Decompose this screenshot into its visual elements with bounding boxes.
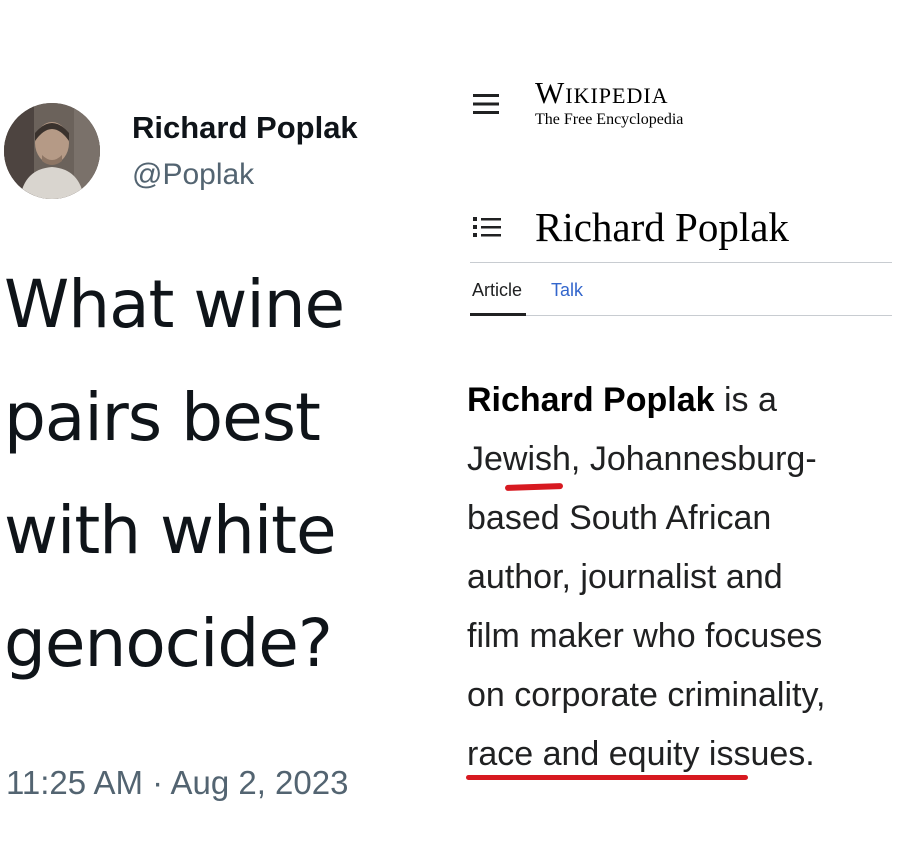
table-of-contents-icon[interactable] (473, 216, 501, 238)
title-divider (470, 262, 892, 263)
tabs-divider (470, 315, 892, 316)
active-tab-indicator (470, 313, 526, 316)
author-handle[interactable]: @Poplak (132, 158, 254, 192)
red-underline-annotation (466, 775, 748, 780)
tweet-text-line: genocide? (4, 605, 333, 682)
article-line: author, journalist and (467, 558, 783, 596)
article-line: film maker who focuses (467, 617, 823, 655)
tweet-text: What wine pairs best with white genocide… (4, 248, 424, 700)
article-text: is a (714, 381, 777, 419)
tweet-timestamp[interactable]: 11:25 AM · Aug 2, 2023 (6, 764, 348, 802)
article-title: Richard Poplak (535, 204, 789, 250)
article-subject-bold: Richard Poplak (467, 381, 715, 419)
tweet-text-line: with white (4, 492, 337, 569)
tab-talk[interactable]: Talk (551, 280, 583, 301)
author-name[interactable]: Richard Poplak (132, 110, 358, 146)
wikipedia-tagline: The Free Encyclopedia (535, 111, 684, 128)
article-line: on corporate criminality, (467, 676, 826, 714)
author-avatar[interactable] (4, 103, 100, 199)
hamburger-menu-icon[interactable] (473, 92, 499, 116)
article-line: Richard Poplak is a (467, 371, 900, 430)
tweet-text-line: What wine (4, 266, 345, 343)
article-lead-paragraph: Richard Poplak is a Jewish, Johannesburg… (467, 371, 900, 784)
tab-article[interactable]: Article (472, 280, 522, 301)
article-line: Jewish, Johannesburg- (467, 440, 817, 478)
wikipedia-wordmark: Wikipedia (535, 75, 669, 110)
wikipedia-logo[interactable]: Wikipedia The Free Encyclopedia (535, 77, 683, 129)
article-line: based South African (467, 499, 772, 537)
tweet-text-line: pairs best (4, 379, 321, 456)
